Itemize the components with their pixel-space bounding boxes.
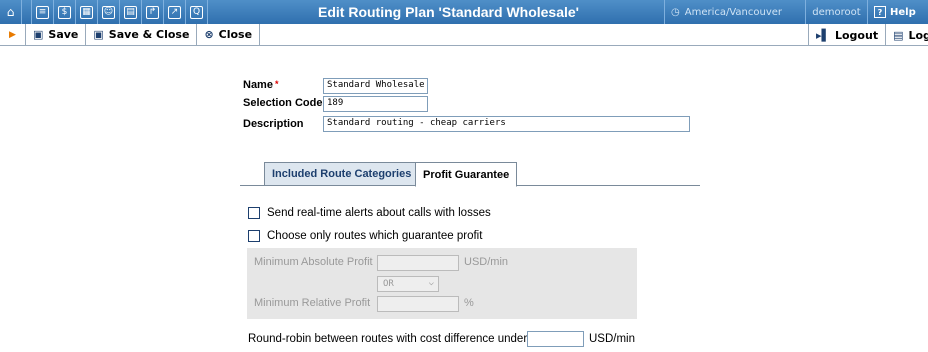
alert-losses-checkbox[interactable] xyxy=(248,207,260,219)
home-icon[interactable]: ⌂ xyxy=(0,0,22,24)
top-bar: ⌂ ≡ $ ▦ ☺ ▤ ↱ ↗ Q Edit Routing Plan 'Sta… xyxy=(0,0,928,24)
min-absolute-profit-label: Minimum Absolute Profit xyxy=(254,256,373,268)
save-label: Save xyxy=(48,28,79,41)
profit-operator-value: OR xyxy=(383,279,394,289)
separator xyxy=(22,0,32,24)
chevron-down-icon: ⌵ xyxy=(428,278,434,288)
name-label: Name * xyxy=(243,79,278,91)
guarantee-profit-row[interactable]: Choose only routes which guarantee profi… xyxy=(248,230,482,242)
min-absolute-profit-unit: USD/min xyxy=(464,256,509,268)
required-marker: * xyxy=(274,79,279,89)
description-label: Description xyxy=(243,118,304,130)
floppy-icon: ▣ xyxy=(33,28,44,41)
close-icon: ⊗ xyxy=(204,28,214,41)
tab-profit-guarantee[interactable]: Profit Guarantee xyxy=(415,162,518,187)
floppy-icon: ▣ xyxy=(93,28,104,41)
clock-icon: ◷ xyxy=(671,6,680,18)
selection-code-input[interactable]: 189 xyxy=(323,96,428,112)
min-relative-profit-label: Minimum Relative Profit xyxy=(254,297,371,309)
logout-icon: ▸▌ xyxy=(816,28,830,42)
round-robin-unit: USD/min xyxy=(589,333,636,345)
logout-button[interactable]: ▸▌ Logout xyxy=(808,24,887,46)
dollar-icon[interactable]: $ xyxy=(54,0,76,24)
alert-losses-label: Send real-time alerts about calls with l… xyxy=(267,207,491,219)
min-relative-profit-unit: % xyxy=(464,297,474,309)
log-button[interactable]: ▤ Log xyxy=(886,24,928,46)
close-button[interactable]: ⊗ Close xyxy=(197,23,261,46)
help-label: Help xyxy=(890,6,916,18)
help-link[interactable]: ? Help xyxy=(874,0,916,24)
log-icon: ▤ xyxy=(893,28,904,42)
export-icon[interactable]: ↱ xyxy=(142,0,164,24)
guarantee-profit-label: Choose only routes which guarantee profi… xyxy=(267,230,483,242)
doc-icon[interactable]: ▤ xyxy=(120,0,142,24)
close-label: Close xyxy=(218,28,253,41)
tab-included-route-categories[interactable]: Included Route Categories xyxy=(264,162,420,186)
name-input[interactable]: Standard Wholesale xyxy=(323,78,428,94)
user-link[interactable]: demoroot xyxy=(805,0,868,24)
description-input[interactable]: Standard routing - cheap carriers xyxy=(323,116,690,132)
search-icon[interactable]: Q xyxy=(186,0,208,24)
list-icon[interactable]: ≡ xyxy=(32,0,54,24)
name-label-text: Name xyxy=(243,79,273,91)
logout-label: Logout xyxy=(834,28,879,42)
selection-code-label: Selection Code xyxy=(243,97,323,109)
timezone-label: America/Vancouver xyxy=(684,6,783,18)
min-relative-profit-input[interactable] xyxy=(377,296,459,312)
round-robin-input[interactable] xyxy=(527,331,584,347)
round-robin-label: Round-robin between routes with cost dif… xyxy=(248,333,528,345)
grid-icon[interactable]: ▦ xyxy=(76,0,98,24)
play-arrow-icon[interactable]: ▶ xyxy=(0,23,26,46)
log-label: Log xyxy=(908,28,928,42)
person-icon[interactable]: ☺ xyxy=(98,0,120,24)
page-title: Edit Routing Plan 'Standard Wholesale' xyxy=(318,4,580,20)
min-absolute-profit-input[interactable] xyxy=(377,255,459,271)
profit-operator-select[interactable]: OR ⌵ xyxy=(377,276,439,292)
save-button[interactable]: ▣ Save xyxy=(26,23,87,46)
logout-area: ▸▌ Logout ▤ Log xyxy=(808,24,928,46)
guarantee-profit-checkbox[interactable] xyxy=(248,230,260,242)
alert-losses-row[interactable]: Send real-time alerts about calls with l… xyxy=(248,207,491,219)
save-close-label: Save & Close xyxy=(108,28,190,41)
timezone-link[interactable]: ◷ America/Vancouver xyxy=(664,0,804,24)
chart-icon[interactable]: ↗ xyxy=(164,0,186,24)
save-close-button[interactable]: ▣ Save & Close xyxy=(86,23,198,46)
help-icon: ? xyxy=(874,6,886,18)
toolbar: ▶ ▣ Save ▣ Save & Close ⊗ Close ▸▌ Logou… xyxy=(0,23,928,46)
